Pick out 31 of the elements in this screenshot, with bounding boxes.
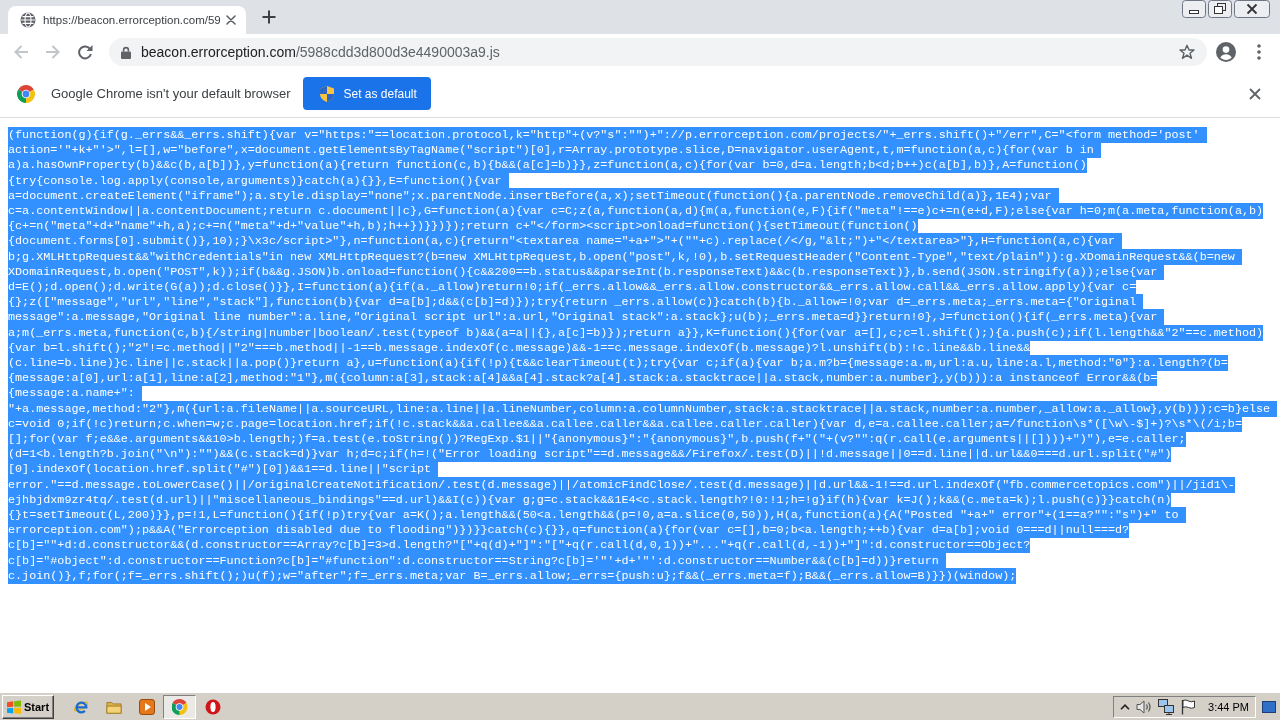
url-text: beacon.errorception.com/5988cdd3d800d3e4490003a9.js: [141, 44, 500, 60]
speaker-icon[interactable]: [1136, 698, 1153, 715]
start-button[interactable]: Start: [2, 694, 55, 719]
network-icon[interactable]: [1158, 698, 1175, 715]
close-icon[interactable]: [226, 15, 236, 25]
account-icon[interactable]: [1216, 42, 1236, 62]
desktop-icon[interactable]: [1262, 700, 1276, 713]
clock-text: 3:44 PM: [1208, 700, 1249, 713]
browser-logo-icon: [17, 84, 35, 103]
set-default-button[interactable]: Set as default: [303, 77, 431, 110]
minimize-icon[interactable]: [1182, 0, 1206, 18]
browser-logo-icon[interactable]: [163, 694, 197, 719]
globe-icon: [20, 12, 36, 28]
e-logo-icon[interactable]: [72, 698, 89, 715]
menu-icon[interactable]: [1257, 44, 1261, 60]
lock-icon: [121, 45, 131, 59]
o-logo-icon[interactable]: [204, 698, 221, 715]
reload-icon[interactable]: [77, 44, 93, 60]
address-bar[interactable]: beacon.errorception.com/5988cdd3d800d3e4490003a9.js: [109, 38, 1207, 66]
browser-tab[interactable]: https://beacon.errorception.com/59: [8, 6, 246, 34]
close-icon[interactable]: [1234, 0, 1270, 18]
star-icon[interactable]: [1179, 44, 1195, 60]
plus-icon[interactable]: [262, 10, 276, 24]
restore-icon[interactable]: [1208, 0, 1232, 18]
flag-icon: [6, 699, 22, 714]
shield-icon: [320, 85, 335, 102]
chevron-up-icon[interactable]: [1120, 703, 1131, 710]
flag-icon[interactable]: [1180, 698, 1197, 715]
infobar-message: Google Chrome isn't your default browser: [51, 86, 291, 101]
close-icon[interactable]: [1249, 87, 1261, 100]
play-icon[interactable]: [138, 698, 155, 715]
